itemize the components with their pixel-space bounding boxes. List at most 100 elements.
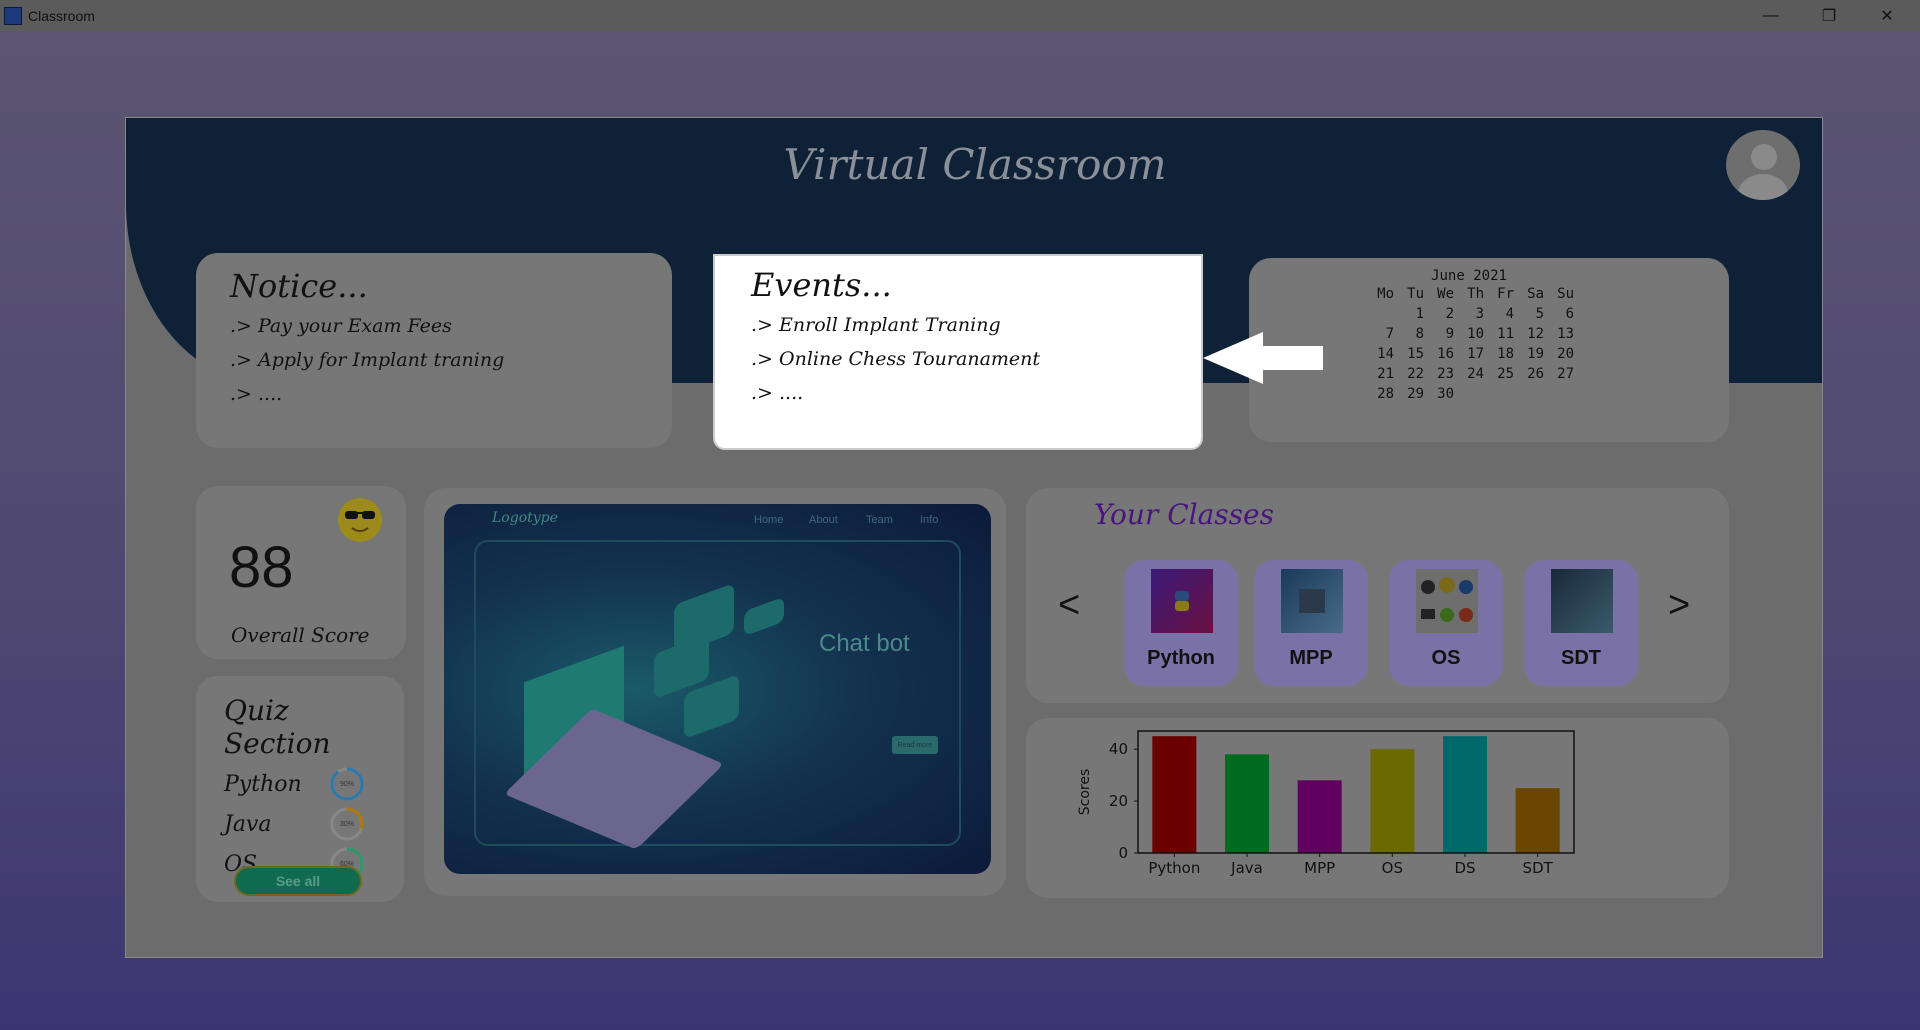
notice-card: Notice... .> Pay your Exam Fees .> Apply… <box>196 253 672 448</box>
class-label: SDT <box>1561 647 1601 669</box>
notice-item[interactable]: .> Apply for Implant traning <box>230 349 638 371</box>
calendar-day[interactable]: 30 <box>1424 384 1454 404</box>
weekday-header: Su <box>1557 286 1574 302</box>
calendar-day[interactable]: 19 <box>1514 344 1544 364</box>
overall-score-value: 88 <box>229 535 294 600</box>
quiz-subject: Java <box>224 811 272 837</box>
quiz-subject: Python <box>224 771 302 797</box>
event-item[interactable]: .> Enroll Implant Traning <box>751 314 1165 336</box>
calendar-day <box>1454 384 1484 404</box>
quiz-percent: 30% <box>339 820 354 828</box>
main-panel: Virtual Classroom Notice... .> Pay your … <box>125 117 1823 958</box>
calendar-caption: June 2021 <box>1431 268 1507 284</box>
restore-button[interactable]: ❐ <box>1800 0 1858 31</box>
calendar-day[interactable]: 20 <box>1544 344 1574 364</box>
calendar-day[interactable]: 16 <box>1424 344 1454 364</box>
bar-ds <box>1443 736 1487 853</box>
minimize-button[interactable]: — <box>1742 0 1800 31</box>
y-axis-label: Scores <box>1077 769 1093 816</box>
calendar-day[interactable]: 12 <box>1514 324 1544 344</box>
calendar-day[interactable]: 21 <box>1364 364 1394 384</box>
calendar-day[interactable]: 27 <box>1544 364 1574 384</box>
app-icon <box>4 6 22 25</box>
microprocessor-icon <box>1281 569 1343 633</box>
calendar-day[interactable]: 22 <box>1394 364 1424 384</box>
calendar-day[interactable]: 28 <box>1364 384 1394 404</box>
banner-nav-team: Team <box>866 514 893 526</box>
plot-frame <box>1137 730 1575 854</box>
calendar-day[interactable]: 15 <box>1394 344 1424 364</box>
calendar-day <box>1514 384 1544 404</box>
python-logo-icon <box>1151 569 1213 633</box>
calendar-day[interactable]: 18 <box>1484 344 1514 364</box>
x-tick-label: MPP <box>1304 859 1335 877</box>
calendar-day <box>1364 304 1394 324</box>
banner-logo: Logotype <box>492 510 558 526</box>
x-tick-label: DS <box>1454 859 1475 877</box>
classes-title: Your Classes <box>1094 498 1274 531</box>
quiz-item[interactable]: Python 90% <box>224 764 404 804</box>
quiz-title: Quiz Section <box>224 694 331 760</box>
calendar-day[interactable]: 4 <box>1484 304 1514 324</box>
calendar-day[interactable]: 10 <box>1454 324 1484 344</box>
calendar-day[interactable]: 6 <box>1544 304 1574 324</box>
events-card: Events... .> Enroll Implant Traning .> O… <box>713 254 1203 450</box>
classes-prev-button[interactable]: < <box>1058 584 1080 627</box>
calendar-day[interactable]: 5 <box>1514 304 1544 324</box>
calendar-day[interactable]: 26 <box>1514 364 1544 384</box>
events-title: Events... <box>751 266 892 304</box>
event-item[interactable]: .> .... <box>751 382 1165 404</box>
classes-next-button[interactable]: > <box>1668 584 1690 627</box>
y-tick-label: 0 <box>1118 844 1128 862</box>
calendar-day[interactable]: 9 <box>1424 324 1454 344</box>
y-tick-label: 40 <box>1109 740 1128 758</box>
weekday-header: Tu <box>1407 286 1424 302</box>
see-all-button[interactable]: See all <box>234 866 362 896</box>
banner-nav-home: Home <box>754 514 784 526</box>
banner-nav-info: Info <box>920 514 939 526</box>
scores-chart-card: Python Java MPP OS DS SDT 0 20 40 Scores <box>1026 718 1729 898</box>
calendar-day[interactable]: 8 <box>1394 324 1424 344</box>
os-logos-icon <box>1416 569 1478 633</box>
weekday-header: Sa <box>1527 286 1544 302</box>
software-development-icon <box>1551 569 1613 633</box>
class-tile-mpp[interactable]: MPP <box>1254 560 1368 686</box>
notice-item[interactable]: .> .... <box>230 383 638 405</box>
overall-score-label: Overall Score <box>231 623 370 647</box>
avatar[interactable] <box>1726 130 1800 200</box>
calendar-day[interactable]: 14 <box>1364 344 1394 364</box>
your-classes-card: Your Classes < > Python MPP OS SDT <box>1026 488 1729 703</box>
bar-sdt <box>1515 788 1560 853</box>
bar-python <box>1152 736 1197 853</box>
calendar-day[interactable]: 24 <box>1454 364 1484 384</box>
x-tick-label: Python <box>1148 859 1200 877</box>
calendar-day[interactable]: 29 <box>1394 384 1424 404</box>
class-label: OS <box>1431 647 1461 669</box>
x-tick-label: SDT <box>1523 859 1554 877</box>
notice-title: Notice... <box>230 267 368 305</box>
calendar-day[interactable]: 11 <box>1484 324 1514 344</box>
class-tile-os[interactable]: OS <box>1389 560 1503 686</box>
event-item[interactable]: .> Online Chess Touranament <box>751 348 1165 370</box>
calendar-day[interactable]: 1 <box>1394 304 1424 324</box>
quiz-percent: 90% <box>339 780 354 788</box>
calendar-day[interactable]: 13 <box>1544 324 1574 344</box>
app-title: Virtual Classroom <box>783 140 1167 189</box>
read-more-button: Read more <box>892 736 938 754</box>
calendar-day[interactable]: 3 <box>1454 304 1484 324</box>
calendar-day[interactable]: 2 <box>1424 304 1454 324</box>
notice-item[interactable]: .> Pay your Exam Fees <box>230 315 638 337</box>
calendar-day[interactable]: 25 <box>1484 364 1514 384</box>
sunglasses-emoji-icon <box>338 498 382 542</box>
calendar-day <box>1484 384 1514 404</box>
calendar-day[interactable]: 23 <box>1424 364 1454 384</box>
class-tile-python[interactable]: Python <box>1124 560 1238 686</box>
quiz-progress-ring: 90% <box>329 766 365 802</box>
class-tile-sdt[interactable]: SDT <box>1524 560 1638 686</box>
close-button[interactable]: ✕ <box>1858 0 1916 31</box>
calendar-day[interactable]: 17 <box>1454 344 1484 364</box>
scores-bar-chart: Python Java MPP OS DS SDT 0 20 40 Scores <box>1077 730 1575 877</box>
class-label: Python <box>1147 647 1215 669</box>
quiz-item[interactable]: Java 30% <box>224 804 404 844</box>
calendar-day[interactable]: 7 <box>1364 324 1394 344</box>
